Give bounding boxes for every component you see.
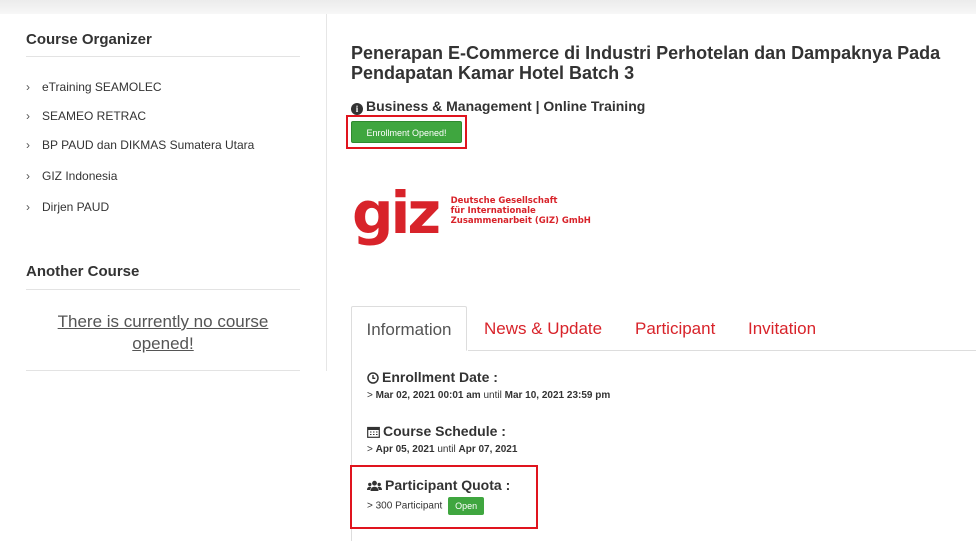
calendar-icon [367,426,380,438]
course-title: Penerapan E-Commerce di Industri Perhote… [351,43,941,83]
chevron-right-icon: › [26,200,30,214]
enrollment-date-heading: Enrollment Date : [367,369,498,385]
no-course-link[interactable]: There is currently no course opened! [26,311,300,355]
course-tabs: Information News & Update Participant In… [351,306,976,351]
section-title-text: Enrollment Date : [382,369,498,385]
divider [26,370,300,371]
enrollment-opened-button[interactable]: Enrollment Opened! [351,121,462,143]
logo-line: Zusammenarbeit (GIZ) GmbH [450,216,591,226]
organizer-item-dirjen-paud[interactable]: › Dirjen PAUD [26,200,109,214]
until-text: until [437,444,456,455]
prefix: > [367,500,373,512]
tab-participant[interactable]: Participant [635,306,715,351]
participant-quota-heading: Participant Quota : [367,477,510,493]
logo-mark: giz [352,179,441,247]
organizer-link[interactable]: BP PAUD dan DIKMAS Sumatera Utara [42,138,254,152]
tab-information[interactable]: Information [351,306,467,351]
until-text: until [483,390,502,401]
section-title-text: Participant Quota : [385,477,511,493]
organizer-link[interactable]: SEAMEO RETRAC [42,109,146,123]
logo-line: für Internationale [450,206,536,216]
participant-quota-value: > 300 Participant Open [367,497,485,515]
organizer-link[interactable]: GIZ Indonesia [42,169,117,183]
giz-logo: giz Deutsche Gesellschaft für Internatio… [352,179,591,247]
users-icon [367,480,382,491]
course-organizer-heading: Course Organizer [26,31,152,48]
prefix: > [367,444,373,455]
logo-line: Deutsche Gesellschaft [450,196,558,206]
course-category: i Business & Management | Online Training [351,98,645,115]
enroll-start: Mar 02, 2021 00:01 am [375,390,481,401]
tab-news-update[interactable]: News & Update [484,306,602,351]
info-icon: i [351,103,363,115]
category-text: Business & Management | Online Training [366,98,646,114]
chevron-right-icon: › [26,169,30,183]
schedule-end: Apr 07, 2021 [458,444,518,455]
course-schedule-value: > Apr 05, 2021 until Apr 07, 2021 [367,444,517,455]
chevron-right-icon: › [26,109,30,123]
tab-invitation[interactable]: Invitation [748,306,816,351]
enroll-end: Mar 10, 2021 23:59 pm [504,390,611,401]
logo-text: Deutsche Gesellschaft für Internationale… [451,196,591,226]
prefix: > [367,390,373,401]
chevron-right-icon: › [26,138,30,152]
organizer-link[interactable]: eTraining SEAMOLEC [42,80,162,94]
divider [26,289,300,290]
quota-count: 300 Participant [375,500,443,512]
organizer-item-bp-paud[interactable]: › BP PAUD dan DIKMAS Sumatera Utara [26,138,254,152]
enrollment-date-value: > Mar 02, 2021 00:01 am until Mar 10, 20… [367,390,610,401]
divider [26,56,300,57]
clock-icon [367,372,379,384]
another-course-heading: Another Course [26,263,140,280]
quota-open-badge: Open [448,497,485,515]
chevron-right-icon: › [26,80,30,94]
course-schedule-heading: Course Schedule : [367,423,506,439]
section-title-text: Course Schedule : [383,423,506,439]
organizer-item-giz[interactable]: › GIZ Indonesia [26,169,117,183]
organizer-link[interactable]: Dirjen PAUD [42,200,109,214]
schedule-start: Apr 05, 2021 [375,444,435,455]
organizer-item-retrac[interactable]: › SEAMEO RETRAC [26,109,146,123]
organizer-item-seamolec[interactable]: › eTraining SEAMOLEC [26,80,162,94]
sidebar: Course Organizer › eTraining SEAMOLEC › SE… [0,14,327,371]
